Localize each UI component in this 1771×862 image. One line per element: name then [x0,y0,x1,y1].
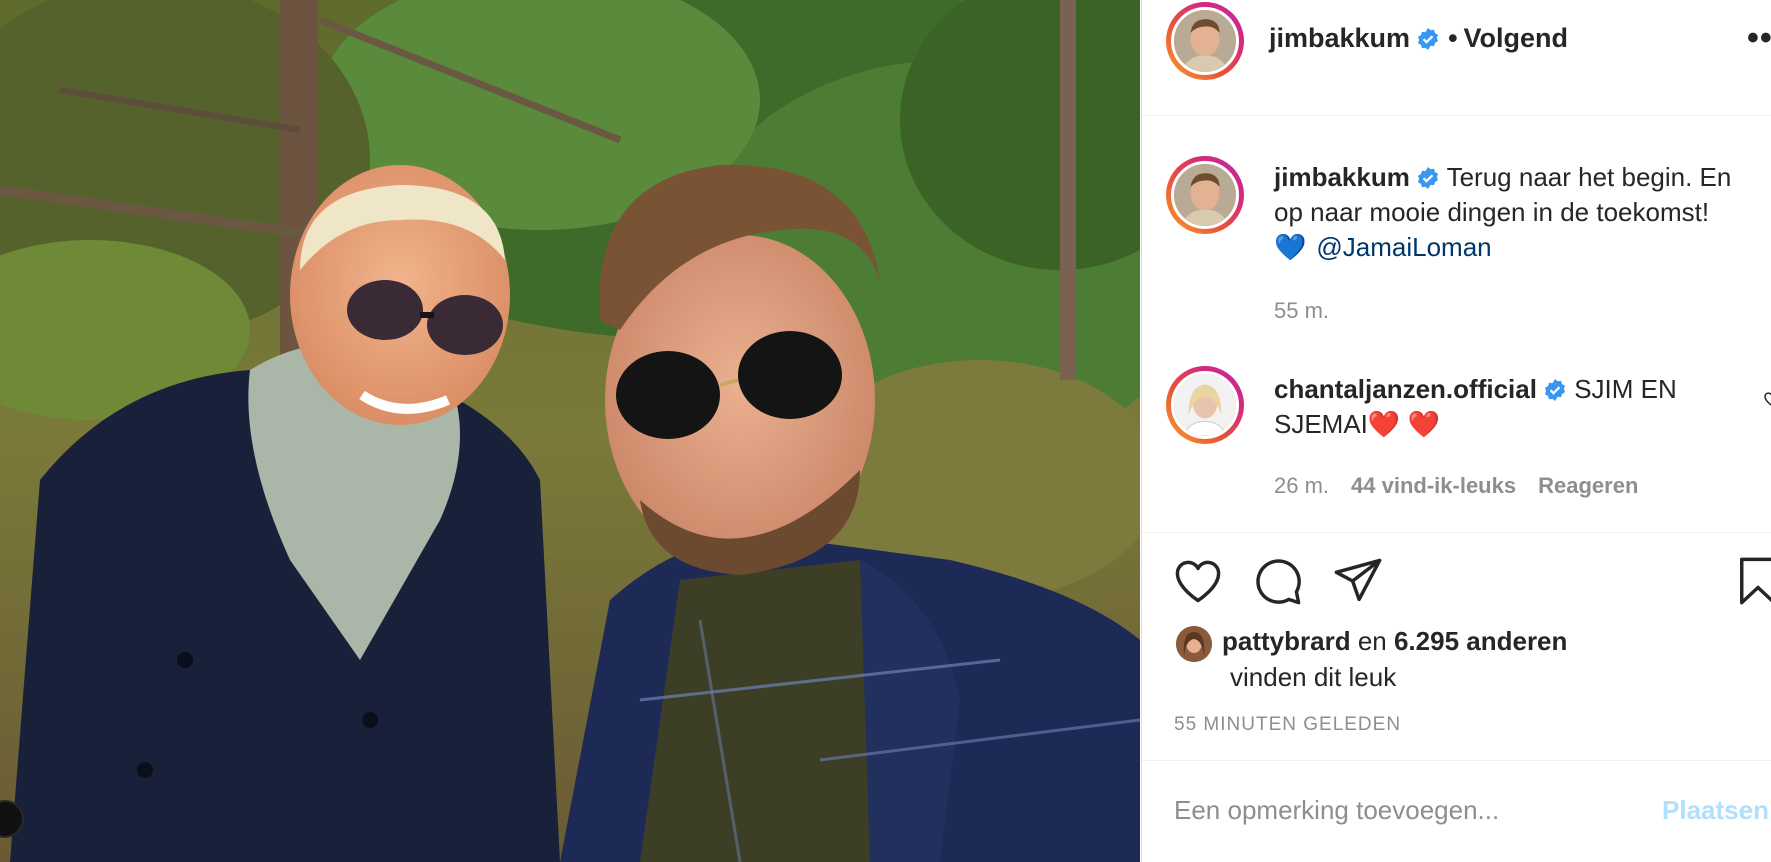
comment-likes-count[interactable]: 44 vind-ik-leuks [1351,473,1516,498]
comment-author-avatar[interactable] [1166,366,1244,444]
caption-avatar-image [1171,161,1239,229]
caption-mention-link[interactable]: @JamaiLoman [1316,232,1491,262]
comment-item: chantaljanzen.official SJIM EN SJEMAI❤️ … [1274,372,1771,442]
verified-badge-icon [1417,167,1438,189]
verified-badge-icon [1544,379,1565,401]
comments-divider [1142,532,1771,533]
comment-text-line1: SJIM EN [1574,374,1677,404]
post-header: jimbakkum • Volgend [1269,18,1568,58]
caption-username[interactable]: jimbakkum [1274,162,1410,192]
post-caption: jimbakkum Terug naar het begin. En op na… [1274,160,1771,265]
blue-heart-emoji: 💙 [1274,232,1307,262]
comment-avatar-image [1171,371,1239,439]
comment-bubble-icon[interactable] [1252,555,1304,607]
post-timestamp[interactable]: 55 MINUTEN GELEDEN [1174,714,1401,736]
add-comment-input[interactable] [1174,795,1644,826]
header-divider [1142,115,1771,116]
input-divider [1142,760,1771,761]
liker-avatar[interactable] [1176,626,1212,662]
likes-others-count[interactable]: 6.295 anderen [1394,626,1567,656]
comment-meta: 26 m. 44 vind-ik-leuks Reageren [1274,473,1638,499]
verified-badge-icon [1418,28,1439,50]
liker-username[interactable]: pattybrard [1222,626,1351,656]
comment-like-heart-icon[interactable] [1762,389,1771,407]
likes-summary: pattybrard en 6.295 anderen [1222,623,1567,659]
bookmark-icon[interactable] [1736,555,1771,607]
more-options-icon[interactable]: ••• [1747,21,1771,55]
likes-suffix: vinden dit leuk [1230,662,1397,692]
paper-plane-icon[interactable] [1332,555,1384,607]
post-comment-button[interactable]: Plaatsen [1662,795,1769,826]
heart-icon[interactable] [1172,555,1224,607]
author-avatar[interactable] [1166,2,1244,80]
author-username[interactable]: jimbakkum [1269,23,1410,53]
likes-connector: en [1357,626,1387,656]
author-avatar-image [1171,7,1239,75]
comment-time[interactable]: 26 m. [1274,473,1329,498]
caption-time[interactable]: 55 m. [1274,298,1329,324]
follow-separator: • [1448,23,1458,53]
caption-author-avatar[interactable] [1166,156,1244,234]
comment-username[interactable]: chantaljanzen.official [1274,374,1537,404]
following-button[interactable]: Volgend [1464,23,1569,53]
post-photo[interactable] [0,0,1140,862]
caption-text-line1: Terug naar het begin. En [1446,162,1732,192]
post-details-panel: jimbakkum •Volgend ••• jimbakkum Terug na… [1141,0,1771,862]
photo-image [0,0,1140,862]
comment-text-line2: SJEMAI❤️ ❤️ [1274,409,1440,439]
comment-reply-button[interactable]: Reageren [1538,473,1638,498]
caption-text-line2: op naar mooie dingen in de toekomst! [1274,197,1710,227]
